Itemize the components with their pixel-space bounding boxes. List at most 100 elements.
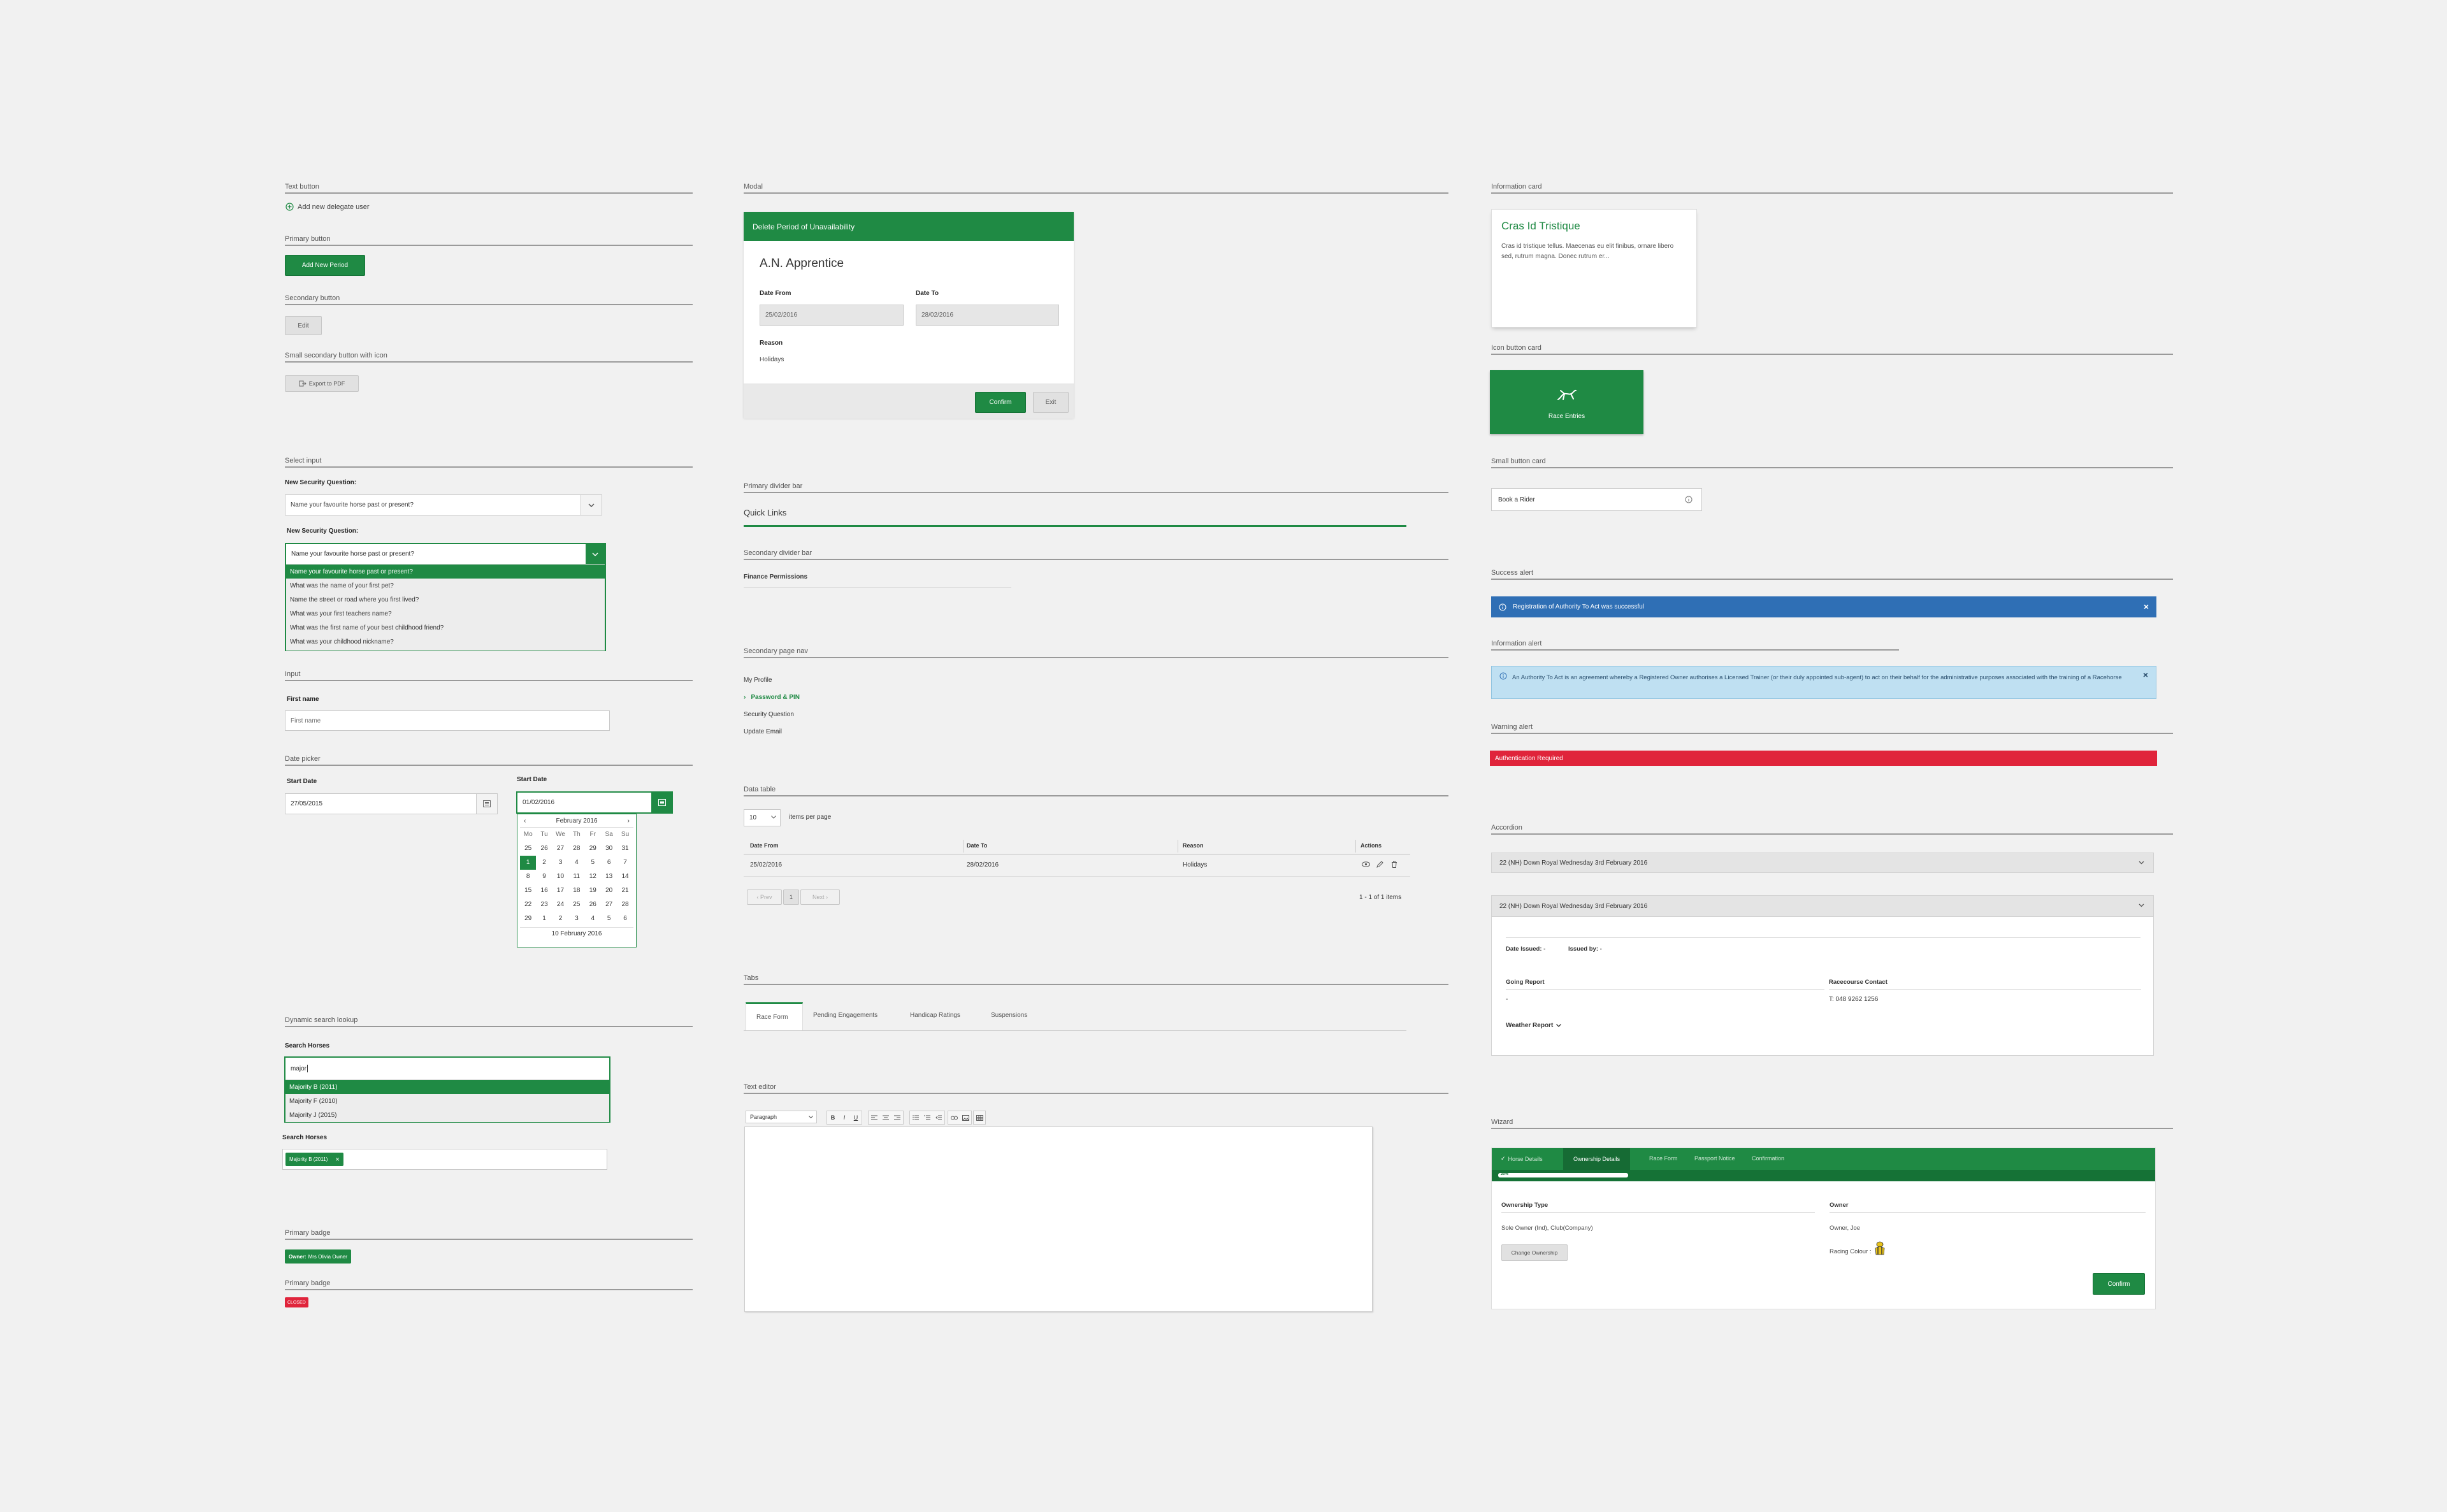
calendar-day[interactable]: 25: [520, 842, 536, 856]
close-icon[interactable]: ×: [2143, 670, 2148, 680]
tab-pending-engagements[interactable]: Pending Engagements: [813, 1012, 877, 1019]
calendar-prev-button[interactable]: ‹: [520, 817, 530, 824]
nav-item-my-profile[interactable]: My Profile: [744, 672, 800, 689]
pagination-page-button[interactable]: 1: [783, 889, 799, 905]
start-date-input-open[interactable]: 01/02/2016: [516, 791, 673, 814]
align-center-icon[interactable]: [880, 1115, 891, 1120]
calendar-day[interactable]: 18: [568, 884, 584, 898]
calendar-day[interactable]: 6: [617, 912, 633, 926]
select-option[interactable]: What was the first name of your best chi…: [286, 621, 605, 635]
search-horses-tag-input[interactable]: Majority B (2011) ×: [282, 1149, 607, 1170]
calendar-day[interactable]: 20: [601, 884, 617, 898]
col-header-date-to[interactable]: Date To: [967, 842, 987, 849]
calendar-day[interactable]: 3: [552, 856, 568, 870]
add-delegate-text-button[interactable]: Add new delegate user: [285, 203, 370, 211]
wizard-step-confirmation[interactable]: Confirmation: [1752, 1155, 1784, 1162]
calendar-day[interactable]: 4: [568, 856, 584, 870]
italic-button[interactable]: I: [839, 1114, 850, 1121]
calendar-icon[interactable]: [476, 794, 497, 814]
calendar-next-button[interactable]: ›: [624, 817, 633, 824]
calendar-day[interactable]: 26: [536, 842, 552, 856]
search-result[interactable]: Majority B (2011): [285, 1080, 609, 1094]
calendar-footer[interactable]: 10 February 2016: [520, 927, 633, 937]
calendar-day[interactable]: 8: [520, 870, 536, 884]
change-ownership-button[interactable]: Change Ownership: [1501, 1244, 1568, 1261]
calendar-day[interactable]: 17: [552, 884, 568, 898]
view-icon[interactable]: [1362, 861, 1370, 867]
select-option[interactable]: Name the street or road where you first …: [286, 593, 605, 607]
pagination-next-button[interactable]: Next ›: [800, 889, 840, 905]
nav-item-update-email[interactable]: Update Email: [744, 723, 800, 740]
calendar-day[interactable]: 4: [585, 912, 601, 926]
calendar-day[interactable]: 11: [568, 870, 584, 884]
select-option[interactable]: What was your first teachers name?: [286, 607, 605, 621]
pagination-prev-button[interactable]: ‹ Prev: [747, 889, 782, 905]
add-new-period-button[interactable]: Add New Period: [285, 255, 365, 276]
calendar-day[interactable]: 13: [601, 870, 617, 884]
confirm-button[interactable]: Confirm: [975, 392, 1026, 413]
calendar-day[interactable]: 12: [585, 870, 601, 884]
bullet-list-icon[interactable]: [910, 1115, 921, 1120]
items-per-page-select[interactable]: 10: [744, 809, 781, 826]
calendar-day[interactable]: 27: [601, 898, 617, 912]
nav-item-security-question[interactable]: Security Question: [744, 706, 800, 723]
calendar-day[interactable]: 9: [536, 870, 552, 884]
calendar-day[interactable]: 7: [617, 856, 633, 870]
calendar-day[interactable]: 27: [552, 842, 568, 856]
outdent-icon[interactable]: [933, 1115, 944, 1120]
calendar-day[interactable]: 10: [552, 870, 568, 884]
select-option[interactable]: What was the name of your first pet?: [286, 579, 605, 593]
tab-handicap-ratings[interactable]: Handicap Ratings: [910, 1012, 960, 1019]
calendar-day[interactable]: 1: [520, 856, 537, 870]
calendar-day[interactable]: 5: [601, 912, 617, 926]
calendar-day[interactable]: 28: [617, 898, 633, 912]
table-icon[interactable]: [974, 1114, 985, 1121]
calendar-day[interactable]: 5: [585, 856, 601, 870]
security-question-select[interactable]: Name your favourite horse past or presen…: [285, 494, 602, 515]
security-question-select-open[interactable]: Name your favourite horse past or presen…: [285, 543, 606, 651]
link-icon[interactable]: [948, 1116, 960, 1120]
calendar-day[interactable]: 31: [617, 842, 633, 856]
tab-suspensions[interactable]: Suspensions: [991, 1012, 1027, 1019]
calendar-day[interactable]: 28: [568, 842, 584, 856]
accordion-item-collapsed[interactable]: 22 (NH) Down Royal Wednesday 3rd Februar…: [1491, 853, 2154, 873]
wizard-step-race-form[interactable]: Race Form: [1649, 1155, 1678, 1162]
date-to-field[interactable]: 28/02/2016: [916, 305, 1059, 326]
select-option[interactable]: What was your childhood nickname?: [286, 635, 605, 649]
tab-race-form[interactable]: Race Form: [746, 1002, 803, 1030]
nav-item-password-pin[interactable]: › Password & PIN: [744, 689, 800, 706]
calendar-day[interactable]: 6: [601, 856, 617, 870]
date-from-field[interactable]: 25/02/2016: [760, 305, 904, 326]
calendar-day[interactable]: 22: [520, 898, 536, 912]
image-icon[interactable]: [960, 1114, 971, 1121]
calendar-day[interactable]: 24: [552, 898, 568, 912]
chevron-down-icon[interactable]: [586, 544, 605, 564]
start-date-input[interactable]: 27/05/2015: [285, 793, 498, 814]
tag-close-icon[interactable]: ×: [335, 1156, 339, 1163]
calendar-month[interactable]: February 2016: [556, 817, 597, 824]
search-result[interactable]: Majority F (2010): [285, 1094, 609, 1108]
close-icon[interactable]: ×: [2144, 601, 2149, 612]
col-header-reason[interactable]: Reason: [1183, 842, 1204, 849]
search-result[interactable]: Majority J (2015): [285, 1108, 609, 1122]
calendar-day[interactable]: 3: [568, 912, 584, 926]
bold-button[interactable]: B: [827, 1114, 839, 1121]
wizard-confirm-button[interactable]: Confirm: [2093, 1273, 2145, 1295]
calendar-day[interactable]: 16: [536, 884, 552, 898]
calendar-day[interactable]: 30: [601, 842, 617, 856]
calendar-day[interactable]: 21: [617, 884, 633, 898]
calendar-day[interactable]: 29: [585, 842, 601, 856]
calendar-day[interactable]: 23: [536, 898, 552, 912]
wizard-step-horse-details[interactable]: ✓ Horse Details: [1501, 1155, 1543, 1162]
weather-report-toggle[interactable]: Weather Report: [1506, 1022, 1562, 1029]
align-left-icon[interactable]: [869, 1115, 880, 1120]
edit-pencil-icon[interactable]: [1376, 861, 1383, 868]
first-name-input[interactable]: [285, 710, 610, 731]
align-right-icon[interactable]: [891, 1115, 903, 1120]
information-card[interactable]: Cras Id Tristique Cras id tristique tell…: [1491, 209, 1697, 328]
calendar-day[interactable]: 2: [552, 912, 568, 926]
calendar-day[interactable]: 29: [520, 912, 536, 926]
format-select[interactable]: Paragraph: [746, 1111, 817, 1123]
calendar-day[interactable]: 25: [568, 898, 584, 912]
calendar-day[interactable]: 14: [617, 870, 633, 884]
